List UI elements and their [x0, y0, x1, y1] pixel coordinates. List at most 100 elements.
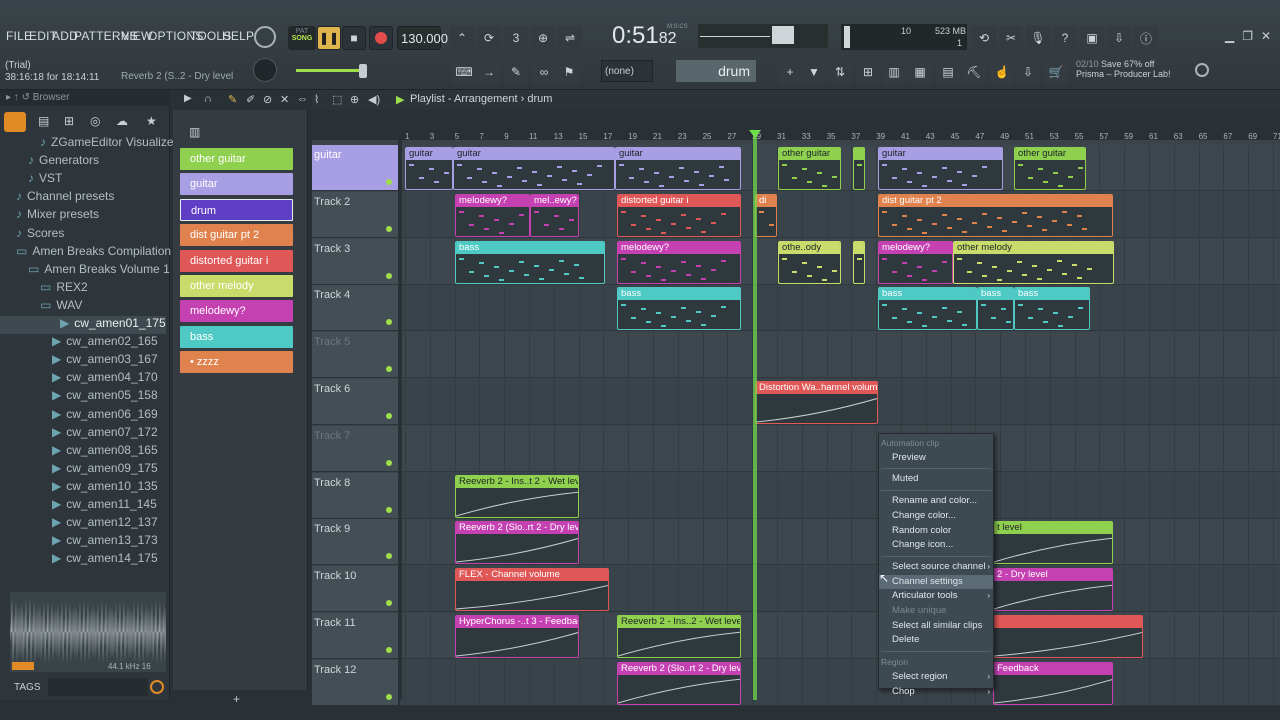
track-led-icon[interactable] [386, 693, 392, 700]
track-led-icon[interactable] [386, 225, 392, 232]
browser-item[interactable]: ▶ cw_amen05_158 [0, 388, 166, 406]
playlist-clip[interactable]: melodewy? [878, 240, 953, 284]
piano-roll-icon[interactable]: ▥ [882, 60, 906, 84]
zoom-icon[interactable]: ⊕ [350, 93, 359, 106]
playlist-clip[interactable]: Reeverb 2 - Ins..2 - Wet level [617, 615, 741, 658]
plugin-icon[interactable]: ⊞ [64, 114, 74, 128]
playlist-clip[interactable]: guitar [878, 147, 1003, 190]
context-menu-item[interactable]: Select all similar clips [879, 619, 993, 633]
track-header[interactable]: Track 11 [312, 613, 398, 659]
playlist-clip[interactable]: guitar [615, 147, 741, 190]
browser-item[interactable]: ▶ cw_amen04_170 [0, 370, 166, 388]
browser-item[interactable]: ▶ cw_amen12_137 [0, 515, 166, 533]
search-icon[interactable] [150, 680, 164, 694]
track-header[interactable]: guitar [312, 145, 398, 191]
pattern-item[interactable]: bass [180, 325, 293, 348]
pattern-item[interactable]: other melody [180, 275, 293, 297]
track-header[interactable]: Track 4 [312, 285, 398, 332]
mic-icon[interactable]: 🎙 [1026, 26, 1050, 50]
news-icon[interactable] [1195, 63, 1209, 77]
track-lane[interactable] [400, 425, 1280, 472]
pattern-selector[interactable]: drum [676, 60, 756, 82]
restore-icon[interactable]: ❐ [1242, 29, 1253, 43]
playlist-clip[interactable]: guitar [453, 147, 615, 190]
playback-icon[interactable]: ◀) [368, 93, 380, 106]
browser-item[interactable]: ▶ cw_amen07_172 [0, 425, 166, 443]
track-lane[interactable] [400, 332, 1280, 379]
paint-icon[interactable]: ✐ [246, 93, 255, 106]
context-menu-item[interactable]: Random color [879, 524, 993, 538]
slip-icon[interactable]: ⇔ [297, 93, 308, 105]
playlist-clip[interactable] [853, 147, 865, 190]
track-led-icon[interactable] [386, 366, 392, 373]
step-edit-icon[interactable]: ⊕ [531, 26, 555, 50]
master-pitch-slider[interactable] [296, 69, 366, 72]
playlist-clip[interactable]: FLEX - Channel volume [455, 568, 609, 612]
render-icon[interactable]: ⇩ [1016, 60, 1040, 84]
loop-record-icon[interactable]: ⟳ [477, 26, 501, 50]
blend-icon[interactable]: ⇌ [558, 26, 582, 50]
pencil-icon[interactable]: ✎ [228, 93, 237, 106]
snap-selector[interactable]: (none) [601, 60, 653, 82]
browser-item[interactable]: ♪ Mixer presets [0, 207, 166, 225]
stop-button[interactable]: ■ [342, 26, 366, 50]
help-icon[interactable]: ? [1053, 26, 1077, 50]
add-pattern-icon[interactable]: + [778, 60, 802, 84]
undo-icon[interactable]: ⟲ [972, 26, 996, 50]
song-mode-toggle[interactable]: PAT SONG [288, 26, 316, 50]
playlist-icon[interactable]: ▦ [908, 60, 932, 84]
menu-help[interactable]: HELP [222, 29, 254, 43]
pattern-item[interactable]: guitar [180, 173, 293, 196]
browser-item[interactable]: ♪ ZGameEditor Visualizer [0, 135, 178, 153]
context-menu-item[interactable]: Muted [879, 472, 993, 486]
export-icon[interactable]: ⇩ [1107, 26, 1131, 50]
tags-search-input[interactable] [48, 678, 148, 696]
arrow-icon[interactable]: ▶ [184, 93, 192, 104]
typing-keyboard-icon[interactable]: ⌨ [452, 60, 476, 84]
countdown-icon[interactable]: 3 [504, 26, 528, 50]
playlist-clip[interactable]: mel..ewy? [530, 193, 579, 237]
playlist-clip[interactable]: HyperChorus -..t 3 - Feedback [455, 615, 579, 658]
web-icon[interactable]: ◎ [90, 114, 100, 128]
context-menu-item[interactable]: Preview [879, 451, 993, 465]
browser-icon[interactable]: ▤ [936, 60, 960, 84]
playlist-clip[interactable]: guitar [405, 147, 453, 190]
preview-play-icon[interactable] [12, 662, 34, 670]
shop-icon[interactable]: 🛒 [1044, 60, 1068, 84]
master-volume-knob[interactable] [253, 58, 277, 82]
playlist-clip[interactable]: dist guitar pt 2 [878, 193, 1113, 237]
add-pattern-icon[interactable]: + [233, 692, 240, 706]
slider-handle[interactable] [359, 64, 367, 78]
context-menu-item[interactable]: Chop › [879, 685, 993, 699]
mixer-icon[interactable]: ⇅ [828, 60, 852, 84]
touch-icon[interactable]: ☝ [990, 60, 1014, 84]
playlist-clip[interactable]: bass [977, 287, 1014, 331]
context-menu-item[interactable]: Select source channel › [879, 560, 993, 574]
browser-item[interactable]: ▶ cw_amen11_145 [0, 497, 166, 515]
track-header[interactable]: Track 10 [312, 566, 398, 613]
track-header[interactable]: Track 3 [312, 238, 398, 285]
arrow-right-icon[interactable]: → [477, 60, 501, 84]
play-pause-button[interactable]: ❚❚ [317, 26, 341, 50]
metronome-icon[interactable]: ⌃ [450, 26, 474, 50]
browser-item[interactable]: ▶ cw_amen01_175 [0, 316, 166, 334]
context-menu-item[interactable]: Rename and color... [879, 494, 993, 508]
playlist-clip[interactable]: 2 - Dry level [993, 568, 1113, 612]
track-led-icon[interactable] [386, 506, 392, 513]
browser-item[interactable]: ▶ cw_amen03_167 [0, 352, 166, 370]
playlist-clip[interactable]: melodewy? [617, 240, 741, 284]
playhead[interactable] [753, 130, 757, 700]
track-led-icon[interactable] [386, 459, 392, 466]
playlist-clip[interactable]: Distortion Wa..hannel volume [755, 381, 878, 424]
save-icon[interactable]: ▣ [1080, 26, 1104, 50]
context-menu-item[interactable]: Channel settings [879, 574, 993, 589]
mute-icon[interactable]: ✕ [280, 93, 289, 106]
link-icon[interactable]: ∞ [532, 60, 556, 84]
track-led-icon[interactable] [386, 553, 392, 560]
browser-item[interactable]: ▶ cw_amen08_165 [0, 443, 166, 461]
playlist-clip[interactable]: bass [455, 240, 605, 284]
pattern-item[interactable]: • zzzz [180, 351, 293, 374]
playlist-menu-icon[interactable]: ▶ [396, 93, 404, 106]
browser-item[interactable]: ▶ cw_amen02_165 [0, 334, 166, 352]
track-header[interactable]: Track 9 [312, 519, 398, 566]
